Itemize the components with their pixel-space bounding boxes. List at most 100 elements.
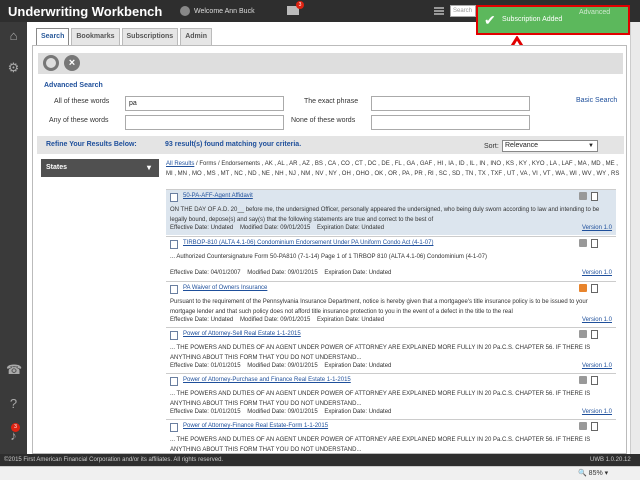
version-link[interactable]: Version 1.0	[582, 225, 612, 231]
copyright-text: ©2015 First American Financial Corporati…	[4, 457, 224, 463]
document-icon	[170, 240, 178, 249]
sort-label: Sort:	[484, 143, 499, 150]
clear-icon[interactable]: ×	[64, 55, 80, 71]
result-snippet: ... THE POWERS AND DUTIES OF AN AGENT UN…	[170, 345, 591, 361]
tab-subscriptions[interactable]: Subscriptions	[121, 28, 179, 45]
tab-bookmarks[interactable]: Bookmarks	[71, 28, 120, 45]
bookmark-icon[interactable]	[591, 422, 598, 431]
status-bar: 🔍 85% ▾	[0, 466, 640, 480]
version-link[interactable]: Version 1.0	[582, 409, 612, 415]
exact-phrase-label: The exact phrase	[304, 98, 359, 105]
mail-icon[interactable]: 3	[287, 1, 304, 15]
search-icon[interactable]	[43, 55, 59, 71]
notification-badge: 3	[11, 423, 20, 432]
result-item: TIRBOP-810 (ALTA 4.1-06) Condominium End…	[166, 236, 616, 280]
results-count: 93 result(s) found matching your criteri…	[165, 141, 302, 148]
result-snippet: Pursuant to the requirement of the Penns…	[170, 299, 588, 315]
result-meta: Effective Date: 01/01/2015 Modified Date…	[170, 409, 392, 415]
bookmark-icon[interactable]	[591, 284, 598, 293]
bookmark-icon[interactable]	[591, 192, 598, 201]
main-tabs: Search Bookmarks Subscriptions Admin	[36, 28, 212, 45]
rss-icon[interactable]	[579, 422, 587, 430]
none-words-label: None of these words	[291, 117, 356, 124]
any-words-field[interactable]	[125, 115, 284, 130]
tab-admin[interactable]: Admin	[180, 28, 212, 45]
bookmark-icon[interactable]	[591, 330, 598, 339]
result-title[interactable]: TIRBOP-810 (ALTA 4.1-06) Condominium End…	[183, 240, 433, 246]
footer: ©2015 First American Financial Corporati…	[0, 454, 640, 466]
result-snippet: ON THE DAY OF A.D. 20__ before me, the u…	[170, 207, 600, 223]
result-item: PA Waiver of Owners Insurance Pursuant t…	[166, 281, 616, 326]
rss-icon[interactable]	[579, 330, 587, 338]
result-title[interactable]: Power of Attorney-Finance Real Estate-Fo…	[183, 423, 328, 429]
sort-value: Relevance	[505, 142, 539, 149]
breadcrumb-path: / Forms / Endorsements , AK , AL , AR , …	[166, 161, 620, 177]
result-title[interactable]: PA Waiver of Owners Insurance	[183, 285, 267, 291]
result-item: Power of Attorney-Purchase and Finance R…	[166, 373, 616, 418]
advanced-link[interactable]: Advanced	[579, 9, 610, 16]
any-words-label: Any of these words	[49, 117, 109, 124]
all-words-field[interactable]: pa	[125, 96, 284, 111]
states-filter[interactable]: States ▾	[41, 159, 159, 177]
search-toolbar: ×	[38, 53, 623, 74]
version-link[interactable]: Version 1.0	[582, 317, 612, 323]
phone-icon[interactable]: ☎	[6, 362, 22, 377]
home-icon[interactable]: ⌂	[6, 28, 21, 43]
check-icon: ✔	[484, 12, 496, 28]
all-results-link[interactable]: All Results	[166, 161, 194, 167]
basic-search-link[interactable]: Basic Search	[576, 97, 617, 104]
result-snippet: ... THE POWERS AND DUTIES OF AN AGENT UN…	[170, 437, 591, 453]
result-meta: Effective Date: Undated Modified Date: 0…	[170, 225, 385, 231]
app-title: Underwriting Workbench	[8, 4, 163, 19]
all-words-label: All of these words	[54, 98, 110, 105]
tab-search[interactable]: Search	[36, 28, 70, 45]
document-icon	[170, 193, 178, 202]
result-title[interactable]: 50-PA-AFF-Agent Affidavit	[183, 193, 253, 199]
states-label: States	[46, 164, 68, 171]
result-snippet: ... THE POWERS AND DUTIES OF AN AGENT UN…	[170, 391, 591, 407]
chevron-down-icon: ▾	[147, 163, 152, 172]
document-icon	[170, 331, 178, 340]
chevron-down-icon: ▼	[588, 143, 594, 149]
result-title[interactable]: Power of Attorney-Sell Real Estate 1-1-2…	[183, 331, 301, 337]
gear-icon[interactable]: ⚙	[6, 60, 21, 75]
scrollbar[interactable]	[630, 22, 640, 454]
advanced-search-heading: Advanced Search	[44, 82, 103, 89]
mail-badge: 3	[296, 1, 304, 9]
result-item: Power of Attorney-Sell Real Estate 1-1-2…	[166, 327, 616, 372]
zoom-level[interactable]: 🔍 85% ▾	[578, 469, 608, 477]
welcome-text: Welcome Ann Buck	[194, 7, 255, 15]
rss-icon[interactable]	[579, 376, 587, 384]
toast-message: Subscription Added	[502, 16, 563, 23]
exact-phrase-field[interactable]	[371, 96, 530, 111]
refine-title: Refine Your Results Below:	[46, 141, 137, 148]
subscription-toast: ✔ Subscription Added Advanced	[476, 5, 630, 35]
list-icon[interactable]	[434, 7, 444, 15]
document-icon	[170, 285, 178, 294]
rss-icon[interactable]	[579, 284, 587, 292]
rss-icon[interactable]	[579, 239, 587, 247]
version-link[interactable]: Version 1.0	[582, 270, 612, 276]
result-item: Power of Attorney-Finance Real Estate-Fo…	[166, 419, 616, 454]
rss-icon[interactable]	[579, 192, 587, 200]
user-menu[interactable]: Welcome Ann Buck	[180, 6, 255, 16]
result-title[interactable]: Power of Attorney-Purchase and Finance R…	[183, 377, 351, 383]
top-search-input[interactable]: Search	[450, 5, 476, 17]
breadcrumb: All Results / Forms / Endorsements , AK …	[166, 159, 622, 179]
none-words-field[interactable]	[371, 115, 530, 130]
version-link[interactable]: Version 1.0	[582, 363, 612, 369]
user-icon	[180, 6, 190, 16]
result-item: 50-PA-AFF-Agent Affidavit ON THE DAY OF …	[166, 189, 616, 235]
app-version: UWB 1.0.20.12	[590, 457, 631, 463]
result-meta: Effective Date: 01/01/2015 Modified Date…	[170, 363, 392, 369]
bookmark-icon[interactable]	[591, 376, 598, 385]
result-meta: Effective Date: 04/01/2007 Modified Date…	[170, 270, 392, 276]
sort-select[interactable]: Relevance ▼	[502, 140, 598, 152]
result-meta: Effective Date: Undated Modified Date: 0…	[170, 317, 385, 323]
document-icon	[170, 377, 178, 386]
result-snippet: ... Authorized Countersignature Form 50-…	[170, 254, 487, 260]
document-icon	[170, 423, 178, 432]
help-icon[interactable]: ?	[6, 396, 21, 411]
bookmark-icon[interactable]	[591, 239, 598, 248]
left-rail: ⌂ ⚙ ☎ ? ♪	[0, 22, 27, 454]
